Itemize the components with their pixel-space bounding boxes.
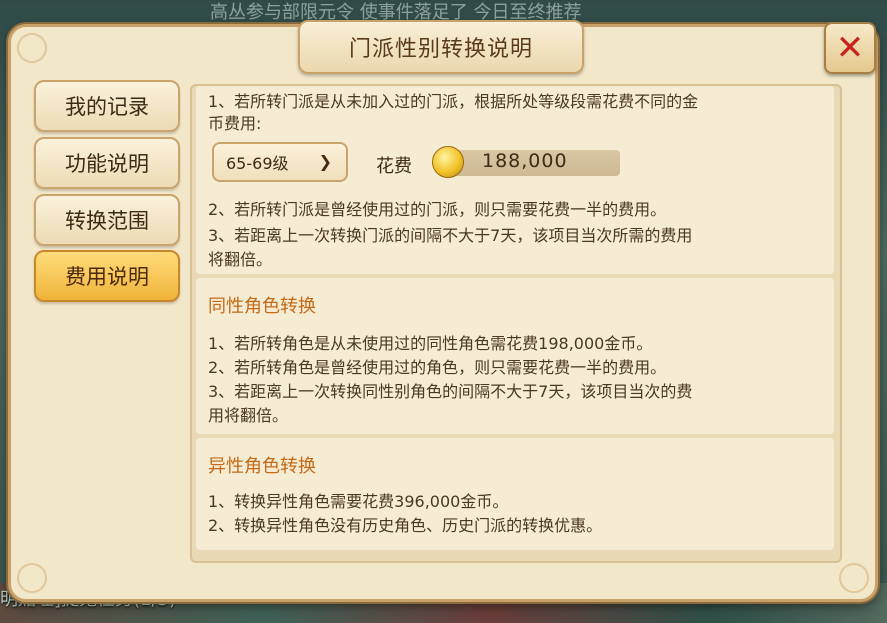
ornament-icon: [17, 563, 47, 593]
cost-value: 188,000: [482, 150, 568, 172]
sidebar-item-my-records[interactable]: 我的记录: [34, 80, 180, 132]
ornament-icon: [17, 33, 47, 63]
sidebar-item-label: 功能说明: [65, 152, 149, 176]
text-line: 1、若所转角色是从未使用过的同性角色需花费198,000金币。: [208, 334, 653, 353]
dialog-title-plate: 门派性别转换说明: [298, 20, 584, 74]
ornament-icon: [839, 563, 869, 593]
text-line: 3、若距离上一次转换同性别角色的间隔不大于7天，该项目当次的费: [208, 382, 693, 401]
section-title: 同性角色转换: [208, 296, 316, 317]
text-line: 币费用:: [208, 114, 262, 133]
text-line: 1、转换异性角色需要花费396,000金币。: [208, 492, 509, 511]
level-range-value: 65-69级: [226, 154, 289, 173]
sidebar-item-conversion-scope[interactable]: 转换范围: [34, 194, 180, 246]
dialog-title: 门派性别转换说明: [348, 37, 533, 62]
cost-label: 花费: [376, 156, 412, 177]
text-line: 用将翻倍。: [208, 406, 289, 425]
text-line: 2、转换异性角色没有历史角色、历史门派的转换优惠。: [208, 516, 603, 535]
section-title: 异性角色转换: [208, 456, 316, 477]
sidebar-item-label: 我的记录: [65, 95, 149, 119]
chevron-down-icon: ❯: [318, 152, 332, 171]
text-line: 2、若所转门派是曾经使用过的门派，则只需要花费一半的费用。: [208, 200, 667, 219]
gold-coin-icon: [432, 146, 464, 178]
section-same-gender-conversion: 同性角色转换 1、若所转角色是从未使用过的同性角色需花费198,000金币。 2…: [196, 278, 834, 434]
text-line: 1、若所转门派是从未加入过的门派，根据所处等级段需花费不同的金: [208, 92, 699, 111]
close-x-icon: ✕: [835, 28, 865, 68]
sidebar-item-function-description[interactable]: 功能说明: [34, 137, 180, 189]
content-panel[interactable]: 1、若所转门派是从未加入过的门派，根据所处等级段需花费不同的金 币费用: 65-…: [190, 84, 842, 563]
close-button[interactable]: ✕: [824, 22, 876, 74]
text-line: 2、若所转角色是曾经使用过的角色，则只需要花费一半的费用。: [208, 358, 667, 377]
text-line: 3、若距离上一次转换门派的间隔不大于7天，该项目当次所需的费用: [208, 226, 693, 245]
sidebar-item-label: 费用说明: [65, 265, 149, 289]
text-line: 将翻倍。: [208, 250, 273, 269]
level-range-select[interactable]: 65-69级 ❯: [212, 142, 348, 182]
sect-faction-conversion: 1、若所转门派是从未加入过的门派，根据所处等级段需花费不同的金 币费用: 65-…: [196, 86, 834, 274]
section-cross-gender-conversion: 异性角色转换 1、转换异性角色需要花费396,000金币。 2、转换异性角色没有…: [196, 438, 834, 550]
sidebar-item-label: 转换范围: [65, 209, 149, 233]
sidebar-item-fee-description[interactable]: 费用说明: [34, 250, 180, 302]
